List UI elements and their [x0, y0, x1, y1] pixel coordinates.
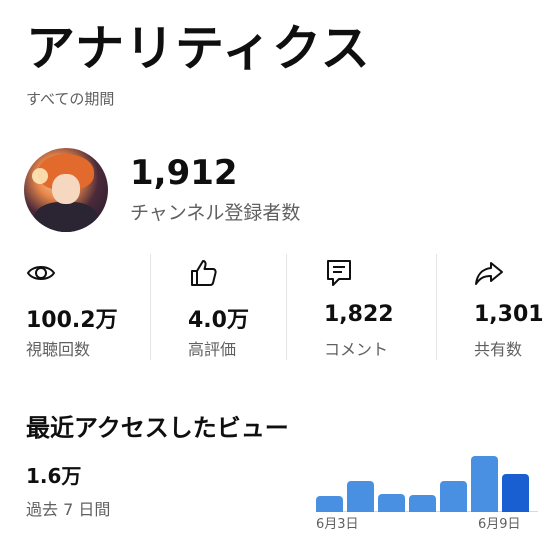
stat-value: 100.2万: [26, 308, 118, 333]
stat-value: 4.0万: [188, 308, 249, 333]
subscriber-count: 1,912: [130, 152, 238, 193]
eye-icon: [26, 266, 56, 280]
page-title: アナリティクス: [26, 20, 371, 77]
chart-bar: [471, 456, 498, 512]
thumbs-up-icon: [191, 260, 217, 286]
recent-views-value: 1.6万: [26, 464, 82, 488]
chart-bar: [440, 481, 467, 512]
chart-bar: [378, 494, 405, 512]
divider: [150, 254, 151, 360]
stat-value: 1,822: [324, 302, 394, 327]
chart-bar: [502, 474, 529, 512]
recent-views-title: 最近アクセスしたビュー: [26, 414, 289, 442]
recent-views-period: 過去 7 日間: [26, 500, 111, 519]
stat-label: 共有数: [474, 340, 523, 359]
subscriber-label: チャンネル登録者数: [130, 202, 301, 225]
chart-tick-label: 6月9日: [478, 517, 521, 532]
stats-row: 100.2万 視聴回数 4.0万 高評価 1,822 コメント 1,301 共有…: [0, 252, 560, 364]
stat-label: 高評価: [188, 340, 237, 359]
divider: [286, 254, 287, 360]
avatar: [24, 148, 108, 232]
stat-value: 1,301: [474, 302, 544, 327]
stat-label: 視聴回数: [26, 340, 91, 359]
chart-bar: [409, 495, 436, 512]
chart-bar: [316, 496, 343, 512]
chart-tick-label: 6月3日: [316, 517, 359, 532]
stat-label: コメント: [324, 340, 389, 359]
period-selector[interactable]: すべての期間: [26, 88, 114, 109]
chart-bar: [347, 481, 374, 512]
divider: [436, 254, 437, 360]
share-icon: [475, 262, 503, 285]
comment-icon: [327, 260, 351, 286]
channel-summary[interactable]: 1,912 チャンネル登録者数: [24, 148, 300, 232]
recent-views-chart[interactable]: 6月3日 6月9日: [316, 452, 538, 532]
